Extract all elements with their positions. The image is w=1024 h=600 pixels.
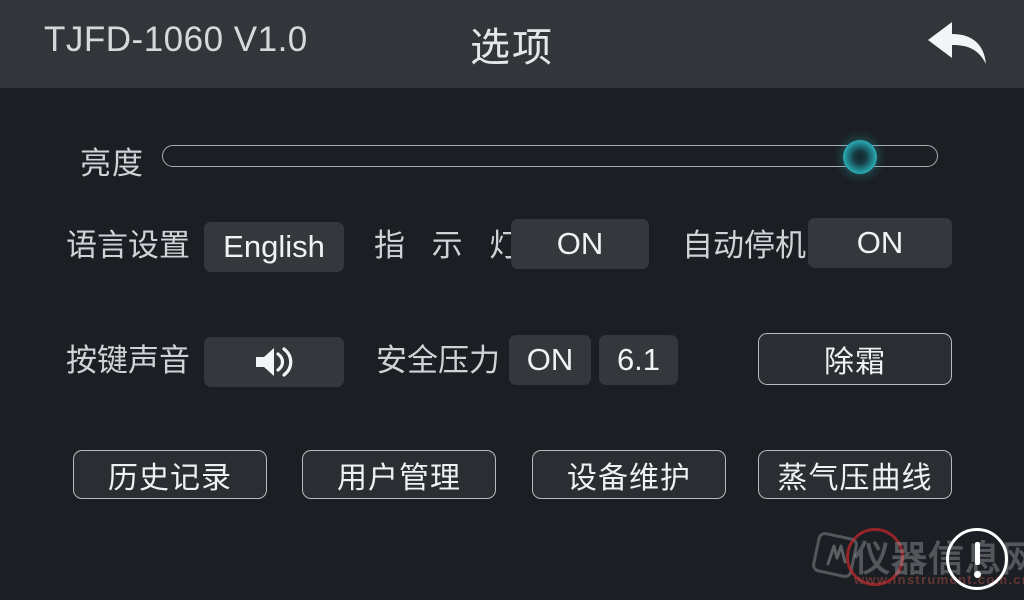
title-bar: TJFD-1060 V1.0 选项 [0,0,1024,88]
safety-pressure-toggle[interactable]: ON [509,335,591,385]
back-button[interactable] [922,14,996,74]
options-screen: TJFD-1060 V1.0 选项 亮度 语言设置 English 指 示 灯 … [0,0,1024,600]
safety-pressure-label: 安全压力 [376,343,500,378]
device-maintenance-button[interactable]: 设备维护 [532,450,726,499]
indicator-light-toggle[interactable]: ON [511,219,649,269]
exclamation-stem [974,542,980,565]
exclamation-circle-icon[interactable] [946,528,1008,590]
language-label: 语言设置 [66,228,190,263]
auto-stop-toggle[interactable]: ON [808,218,952,268]
back-arrow-icon [928,22,986,64]
user-management-button[interactable]: 用户管理 [302,450,496,499]
key-sound-toggle[interactable] [204,337,344,387]
brightness-slider-knob[interactable] [843,140,877,174]
indicator-light-label: 指 示 灯 [374,228,530,263]
speaker-on-icon [256,347,293,377]
watermark-ring [846,528,904,586]
exclamation-dot [973,571,981,578]
language-value-button[interactable]: English [204,222,344,272]
watermark-logo-icon [812,532,858,578]
page-title: 选项 [470,26,554,70]
defrost-button[interactable]: 除霜 [758,333,952,385]
history-record-button[interactable]: 历史记录 [73,450,267,499]
vapor-pressure-curve-button[interactable]: 蒸气压曲线 [758,450,952,499]
settings-row-2: 按键声音 安全压力 ON 6.1 除霜 [0,333,1024,389]
brightness-slider-track[interactable] [162,145,938,167]
auto-stop-label: 自动停机 [682,228,806,263]
safety-pressure-value-button[interactable]: 6.1 [599,335,678,385]
key-sound-label: 按键声音 [66,343,190,378]
settings-row-1: 语言设置 English 指 示 灯 ON 自动停机 ON [0,218,1024,274]
brightness-label: 亮度 [80,146,144,181]
action-button-row: 历史记录 用户管理 设备维护 蒸气压曲线 [0,450,1024,500]
